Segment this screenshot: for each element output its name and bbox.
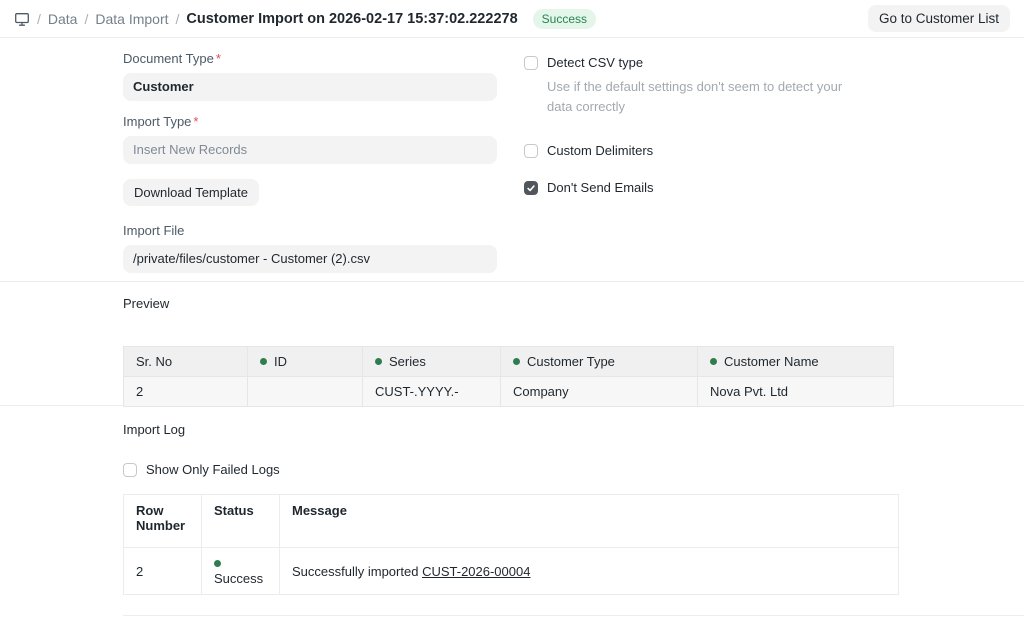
cell-customer-type: Company xyxy=(501,377,698,407)
download-template-button[interactable]: Download Template xyxy=(123,179,259,206)
header-bar: / Data / Data Import / Customer Import o… xyxy=(0,0,1024,38)
checkbox-icon[interactable] xyxy=(524,56,538,70)
import-file-field: Import File /private/files/customer - Cu… xyxy=(123,223,497,273)
log-header-status: Status xyxy=(202,495,280,548)
breadcrumb: / Data / Data Import / Customer Import o… xyxy=(14,9,596,29)
preview-section: Preview Sr. No ID Series Customer Type C… xyxy=(0,282,1024,406)
column-header-label: Series xyxy=(389,354,426,369)
cell-customer-name: Nova Pvt. Ltd xyxy=(698,377,894,407)
show-only-failed-logs-checkbox[interactable]: Show Only Failed Logs xyxy=(123,462,1024,477)
log-data-row: 2 Success Successfully imported CUST-202… xyxy=(124,548,899,595)
mapped-column-dot-icon xyxy=(710,358,717,365)
log-header-message: Message xyxy=(280,495,899,548)
page-title: Customer Import on 2026-02-17 15:37:02.2… xyxy=(186,11,517,27)
checkbox-label: Detect CSV type xyxy=(547,55,643,70)
go-to-customer-list-button[interactable]: Go to Customer List xyxy=(868,5,1010,32)
checkbox-icon[interactable] xyxy=(524,181,538,195)
detect-csv-type-group: Detect CSV type Use if the default setti… xyxy=(524,55,874,117)
column-header-sr-no: Sr. No xyxy=(124,347,248,377)
log-cell-message: Successfully imported CUST-2026-00004 xyxy=(280,548,899,595)
preview-table: Sr. No ID Series Customer Type Customer … xyxy=(123,346,894,407)
detect-csv-description: Use if the default settings don't seem t… xyxy=(547,77,867,117)
field-label-text: Document Type xyxy=(123,51,214,66)
import-file-label: Import File xyxy=(123,223,497,238)
dont-send-emails-checkbox[interactable]: Don't Send Emails xyxy=(524,180,874,195)
mapped-column-dot-icon xyxy=(513,358,520,365)
column-header-customer-name: Customer Name xyxy=(698,347,894,377)
required-asterisk: * xyxy=(216,51,221,66)
preview-header-row: Sr. No ID Series Customer Type Customer … xyxy=(124,347,894,377)
column-header-label: ID xyxy=(274,354,287,369)
detect-csv-type-checkbox[interactable]: Detect CSV type xyxy=(524,55,874,70)
import-type-label: Import Type* xyxy=(123,114,497,129)
checkbox-label: Custom Delimiters xyxy=(547,143,653,158)
column-header-customer-type: Customer Type xyxy=(501,347,698,377)
log-cell-status: Success xyxy=(202,548,280,595)
breadcrumb-data[interactable]: Data xyxy=(48,11,78,27)
breadcrumb-separator: / xyxy=(176,11,180,27)
success-dot-icon xyxy=(214,560,221,567)
section-divider xyxy=(123,615,1024,616)
import-log-heading: Import Log xyxy=(123,422,1024,437)
import-type-field: Import Type* Insert New Records xyxy=(123,114,497,164)
form-right-column: Detect CSV type Use if the default setti… xyxy=(524,51,874,265)
required-asterisk: * xyxy=(193,114,198,129)
column-header-label: Customer Type xyxy=(527,354,615,369)
checkbox-label: Show Only Failed Logs xyxy=(146,462,280,477)
column-header-id: ID xyxy=(248,347,363,377)
cell-sr-no: 2 xyxy=(124,377,248,407)
status-badge: Success xyxy=(533,9,596,29)
imported-record-link[interactable]: CUST-2026-00004 xyxy=(422,564,530,579)
import-settings-section: Document Type* Customer Import Type* Ins… xyxy=(0,38,1024,282)
import-file-input[interactable]: /private/files/customer - Customer (2).c… xyxy=(123,245,497,273)
mapped-column-dot-icon xyxy=(375,358,382,365)
document-type-field: Document Type* Customer xyxy=(123,51,497,101)
breadcrumb-data-import[interactable]: Data Import xyxy=(95,11,168,27)
document-type-input[interactable]: Customer xyxy=(123,73,497,101)
mapped-column-dot-icon xyxy=(260,358,267,365)
column-header-series: Series xyxy=(363,347,501,377)
desk-home-icon[interactable] xyxy=(14,11,30,27)
import-log-table: Row Number Status Message 2 Success Succ… xyxy=(123,494,899,595)
log-cell-row-number: 2 xyxy=(124,548,202,595)
status-text: Success xyxy=(214,571,263,586)
checkbox-icon[interactable] xyxy=(123,463,137,477)
message-text: Successfully imported xyxy=(292,564,422,579)
import-type-input[interactable]: Insert New Records xyxy=(123,136,497,164)
cell-series: CUST-.YYYY.- xyxy=(363,377,501,407)
custom-delimiters-checkbox[interactable]: Custom Delimiters xyxy=(524,143,874,158)
preview-heading: Preview xyxy=(123,296,1024,311)
breadcrumb-separator: / xyxy=(37,11,41,27)
column-header-label: Customer Name xyxy=(724,354,819,369)
preview-data-row: 2 CUST-.YYYY.- Company Nova Pvt. Ltd xyxy=(124,377,894,407)
form-left-column: Document Type* Customer Import Type* Ins… xyxy=(123,51,497,265)
breadcrumb-separator: / xyxy=(84,11,88,27)
column-header-label: Sr. No xyxy=(136,354,172,369)
field-label-text: Import Type xyxy=(123,114,191,129)
document-type-label: Document Type* xyxy=(123,51,497,66)
cell-id xyxy=(248,377,363,407)
checkbox-icon[interactable] xyxy=(524,144,538,158)
log-header-row-number: Row Number xyxy=(124,495,202,548)
log-header-row: Row Number Status Message xyxy=(124,495,899,548)
import-log-section: Import Log Show Only Failed Logs Row Num… xyxy=(0,406,1024,616)
checkbox-label: Don't Send Emails xyxy=(547,180,654,195)
